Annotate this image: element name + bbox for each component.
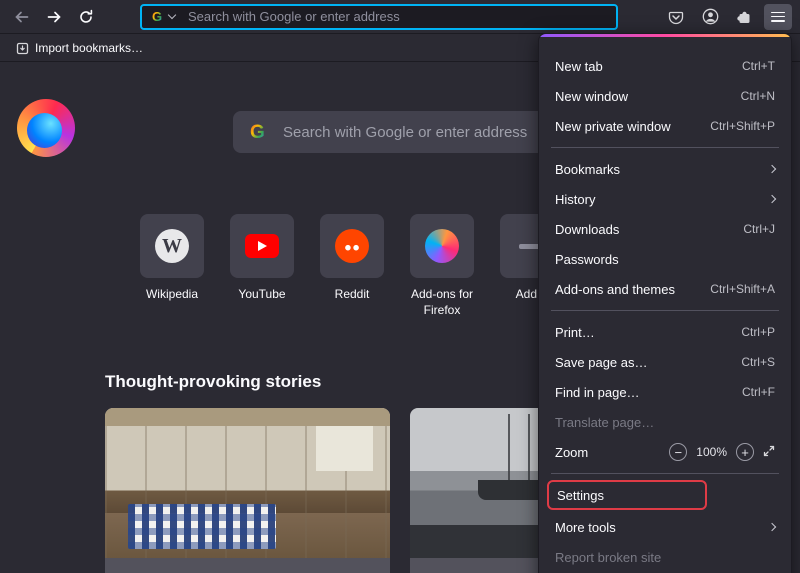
account-icon bbox=[702, 8, 718, 25]
menu-item-settings[interactable]: Settings bbox=[549, 482, 705, 508]
menu-list: New tab Ctrl+T New window Ctrl+N New pri… bbox=[539, 37, 791, 573]
svg-text:G: G bbox=[250, 122, 265, 143]
shortcut-label: YouTube bbox=[238, 287, 286, 301]
chevron-right-icon bbox=[767, 194, 777, 204]
annotation-highlight: Settings bbox=[547, 480, 707, 510]
addons-icon bbox=[425, 229, 459, 263]
menu-item-find-in-page[interactable]: Find in page… Ctrl+F bbox=[547, 377, 783, 407]
menu-item-report-broken-site: Report broken site bbox=[555, 549, 662, 565]
import-bookmarks-label: Import bookmarks… bbox=[35, 41, 144, 55]
forward-icon bbox=[47, 11, 61, 22]
pocket-icon bbox=[668, 11, 684, 24]
reload-button[interactable] bbox=[72, 4, 100, 30]
hamburger-icon bbox=[771, 11, 785, 22]
story-image-kitchen bbox=[105, 408, 390, 558]
menu-item-save-page-as[interactable]: Save page as… Ctrl+S bbox=[547, 347, 783, 377]
zoom-out-button[interactable]: − bbox=[669, 443, 688, 461]
menu-item-bookmarks[interactable]: Bookmarks bbox=[547, 154, 783, 184]
menu-item-more-tools[interactable]: More tools bbox=[547, 512, 783, 542]
account-button[interactable] bbox=[696, 4, 724, 30]
story-card-footer bbox=[105, 558, 390, 573]
shortcut-label: Wikipedia bbox=[145, 287, 199, 301]
google-icon: G bbox=[250, 122, 265, 143]
address-input[interactable] bbox=[186, 8, 612, 25]
menu-item-passwords[interactable]: Passwords bbox=[547, 244, 783, 274]
forward-button[interactable] bbox=[40, 4, 68, 30]
menu-item-print[interactable]: Print… Ctrl+P bbox=[547, 317, 783, 347]
extensions-icon bbox=[737, 11, 750, 23]
search-engine-selector[interactable]: G bbox=[146, 7, 180, 26]
menu-item-new-private-window[interactable]: New private window Ctrl+Shift+P bbox=[547, 111, 783, 141]
chevron-down-icon bbox=[167, 10, 177, 20]
google-icon: G bbox=[152, 9, 162, 24]
shortcut-label: Reddit bbox=[334, 287, 370, 301]
browser-window: G Search with Google or enter address Im… bbox=[0, 0, 800, 573]
story-card[interactable] bbox=[105, 408, 390, 573]
pocket-button[interactable] bbox=[662, 4, 690, 30]
back-icon bbox=[15, 11, 29, 22]
menu-item-addons-themes[interactable]: Add-ons and themes Ctrl+Shift+A bbox=[547, 274, 783, 304]
fullscreen-button[interactable] bbox=[763, 445, 775, 460]
shortcut-youtube[interactable]: YouTube bbox=[217, 214, 307, 318]
shortcut-label: Add-ons for Firefox bbox=[410, 287, 474, 317]
menu-item-translate-page: Translate page… bbox=[555, 414, 655, 430]
shortcut-tiles: W Wikipedia YouTube Reddit Add-ons for F… bbox=[127, 214, 577, 318]
back-button[interactable] bbox=[8, 4, 36, 30]
menu-item-downloads[interactable]: Downloads Ctrl+J bbox=[547, 214, 783, 244]
fullscreen-icon bbox=[763, 445, 775, 456]
toolbar-actions bbox=[662, 3, 792, 30]
navigation-toolbar: G bbox=[0, 0, 800, 34]
reload-icon bbox=[80, 9, 93, 23]
shortcut-reddit[interactable]: Reddit bbox=[307, 214, 397, 318]
reddit-icon bbox=[335, 229, 369, 263]
menu-button[interactable] bbox=[764, 3, 792, 30]
chevron-right-icon bbox=[767, 164, 777, 174]
stories-heading: Thought-provoking stories bbox=[105, 372, 322, 391]
address-bar[interactable]: G bbox=[140, 3, 618, 30]
wikipedia-icon: W bbox=[155, 229, 189, 263]
shortcut-addons[interactable]: Add-ons for Firefox bbox=[397, 214, 487, 318]
menu-separator bbox=[551, 310, 779, 311]
import-bookmarks-button[interactable]: Import bookmarks… bbox=[10, 38, 149, 58]
menu-item-new-window[interactable]: New window Ctrl+N bbox=[547, 81, 783, 111]
menu-separator bbox=[551, 473, 779, 474]
import-bookmarks-icon bbox=[16, 42, 29, 54]
zoom-in-button[interactable]: + bbox=[736, 443, 754, 461]
svg-text:G: G bbox=[152, 9, 162, 24]
app-menu: New tab Ctrl+T New window Ctrl+N New pri… bbox=[538, 33, 792, 573]
chevron-right-icon bbox=[767, 522, 777, 532]
firefox-logo-inner bbox=[27, 112, 63, 148]
zoom-reset-button[interactable]: 100% bbox=[696, 445, 727, 459]
menu-separator bbox=[551, 147, 779, 148]
shortcut-wikipedia[interactable]: W Wikipedia bbox=[127, 214, 217, 318]
menu-item-zoom: Zoom − 100% + bbox=[547, 437, 783, 467]
firefox-logo bbox=[17, 99, 75, 157]
menu-item-new-tab[interactable]: New tab Ctrl+T bbox=[547, 51, 783, 81]
menu-item-history[interactable]: History bbox=[547, 184, 783, 214]
extensions-button[interactable] bbox=[730, 4, 758, 30]
youtube-icon bbox=[245, 234, 279, 258]
